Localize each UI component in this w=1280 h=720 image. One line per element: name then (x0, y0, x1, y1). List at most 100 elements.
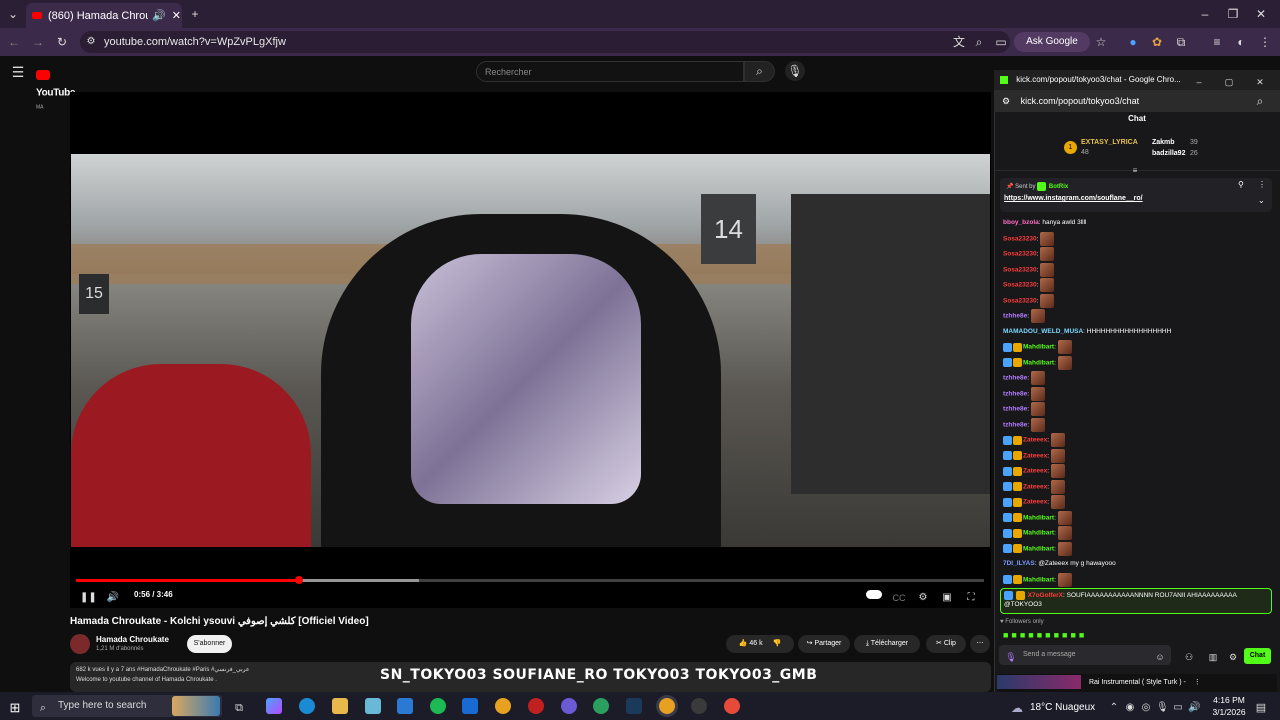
chat-emote-icon[interactable] (1030, 371, 1045, 385)
steam-icon[interactable] (626, 698, 642, 714)
tab-close-icon[interactable]: ✕ (172, 9, 181, 22)
search-icon[interactable]: ⌕ (744, 61, 775, 82)
chat-username[interactable]: Mahdibart (1023, 344, 1054, 351)
chat-username[interactable]: Zateeex (1023, 452, 1047, 459)
reload-icon[interactable]: ↻ (54, 31, 70, 53)
highlighted-message[interactable]: X7oGolferX: SOUFIAAAAAAAAAAANNNN ROU7ANI… (1000, 588, 1272, 614)
extension-2-icon[interactable]: ✿ (1150, 31, 1164, 53)
pinned-menu-icon[interactable]: ⋮ (1258, 180, 1266, 189)
windows-start-icon[interactable]: ⊞ (6, 697, 24, 719)
chat-emote-icon[interactable] (1057, 572, 1072, 587)
fullscreen-icon[interactable]: ⛶ (964, 587, 978, 609)
forward-icon[interactable]: → (30, 31, 46, 53)
chat-emote-icon[interactable] (1050, 479, 1065, 494)
translate-icon[interactable]: 文 (952, 31, 966, 53)
network-icon[interactable]: ▭ (1172, 697, 1184, 719)
task-view-icon[interactable]: ⧉ (232, 697, 246, 719)
download-button[interactable]: ⤓ Télécharger (854, 635, 920, 653)
notepad-icon[interactable] (365, 698, 381, 714)
tray-mic-icon[interactable]: 🎙 (1156, 697, 1169, 719)
video-frame[interactable]: 14 15 (71, 154, 990, 547)
tab-menu-icon[interactable]: ⌄ (4, 3, 22, 25)
chat-username[interactable]: Zateeex (1023, 499, 1047, 506)
chrome-active-icon[interactable] (659, 698, 675, 714)
chat-username[interactable]: MAMADOU_WELD_MUSA (1003, 328, 1083, 335)
gifter-1-name[interactable]: EXTASY_LYRICA (1081, 139, 1138, 146)
bookmark-star-icon[interactable]: ☆ (1094, 31, 1108, 53)
chat-emote-icon[interactable] (1040, 278, 1055, 292)
audio-icon[interactable]: 🔊 (152, 9, 166, 22)
channel-name[interactable]: Hamada Chroukate (96, 635, 169, 644)
miniplayer-menu-icon[interactable]: ⋮ (1194, 679, 1201, 686)
pinned-message[interactable]: 📌 Sent by BotRix https://www.instagram.c… (1000, 178, 1272, 212)
youtube-search-input[interactable]: Rechercher (476, 61, 744, 82)
chat-emote-icon[interactable] (1030, 309, 1045, 323)
kick-site-info-icon[interactable]: ⚙ (1002, 96, 1010, 106)
extensions-icon[interactable]: ⧉ (1174, 31, 1188, 53)
chat-emote-icon[interactable] (1040, 293, 1055, 308)
notification-icon[interactable]: ▤ (1254, 697, 1268, 719)
miniplayer-icon[interactable]: ▣ (940, 587, 954, 609)
chat-username[interactable]: tzhhe8e (1003, 313, 1027, 320)
chat-username[interactable]: Mahdibart (1023, 359, 1054, 366)
chat-emote-icon[interactable] (1057, 510, 1072, 525)
youtube-miniplayer-strip[interactable]: Rai Instrumental ( Style Turk ) - ⋮ (997, 674, 1277, 692)
chat-emote-icon[interactable] (1050, 433, 1065, 447)
quick-emotes-icon[interactable]: ■■■■■■■■■■ (1003, 630, 1087, 640)
chat-username[interactable]: Mahdibart (1023, 514, 1054, 521)
chat-emote-icon[interactable] (1040, 247, 1055, 261)
chat-emote-icon[interactable] (1030, 417, 1045, 432)
subtitles-icon[interactable]: CC (892, 587, 906, 609)
app-red-icon[interactable] (528, 698, 544, 714)
clock-date[interactable]: 3/1/2026 (1207, 707, 1251, 717)
progress-scrubber[interactable] (295, 576, 303, 584)
clock-time[interactable]: 4:16 PM (1209, 695, 1249, 705)
pinned-link[interactable]: https://www.instagram.com/souflane__ro/ (1004, 195, 1143, 202)
chat-username[interactable]: Sosa23230 (1003, 235, 1037, 242)
chat-username[interactable]: 7DI_ILYAS (1003, 560, 1035, 567)
hamburger-menu-icon[interactable]: ☰ (10, 61, 26, 83)
store-icon[interactable] (397, 698, 413, 714)
kick-zoom-icon[interactable]: ⌕ (1253, 90, 1267, 112)
chat-username[interactable]: Zateeex (1023, 468, 1047, 475)
chrome-profile-icon[interactable] (724, 698, 740, 714)
unpin-icon[interactable]: ⚲ (1238, 180, 1244, 189)
gifter-3-name[interactable]: badzilla92 (1152, 150, 1185, 157)
browser-menu-icon[interactable]: ⋮ (1258, 31, 1272, 53)
send-chat-button[interactable]: Chat (1244, 648, 1271, 664)
volume-tray-icon[interactable]: 🔊 (1188, 697, 1200, 719)
spotify-icon[interactable] (430, 698, 446, 714)
mic-chat-icon[interactable]: 🎙 (1005, 646, 1017, 668)
tray-app2-icon[interactable]: ◎ (1140, 697, 1152, 719)
chat-username[interactable]: Zateeex (1023, 483, 1047, 490)
new-tab-icon[interactable]: + (186, 3, 204, 25)
chat-message-input[interactable]: Send a message (999, 645, 1171, 665)
tray-app-icon[interactable]: ◉ (1124, 697, 1136, 719)
chat-emote-icon[interactable] (1030, 402, 1045, 416)
outlook-icon[interactable] (462, 698, 478, 714)
chat-username[interactable]: Mahdibart (1023, 576, 1054, 583)
chat-emote-icon[interactable] (1057, 355, 1072, 370)
chat-emote-icon[interactable] (1050, 495, 1065, 509)
url-field[interactable]: youtube.com/watch?v=WpZvPLgXfjw (80, 31, 1010, 53)
weather-text[interactable]: 18°C Nuageux (1030, 702, 1095, 713)
gifter-2-name[interactable]: Zakmb (1152, 139, 1175, 146)
browser-tab-youtube[interactable]: (860) Hamada Chroukate - ... 🔊 ✕ (26, 3, 182, 28)
chat-username[interactable]: bboy_bzola (1003, 219, 1039, 226)
close-window-icon[interactable]: ✕ (1252, 3, 1270, 25)
user-link-icon[interactable]: ⚇ (1180, 646, 1198, 668)
back-icon[interactable]: ← (6, 31, 22, 53)
app-green-icon[interactable] (593, 698, 609, 714)
restore-icon[interactable]: ❐ (1224, 3, 1242, 25)
emoji-picker-icon[interactable]: ☺ (1154, 646, 1166, 668)
pinned-expand-icon[interactable]: ⌄ (1258, 196, 1265, 205)
chat-username[interactable]: tzhhe8e (1003, 421, 1027, 428)
volume-icon[interactable]: 🔊 (106, 587, 120, 609)
autoplay-toggle[interactable] (866, 590, 882, 599)
app-purple-icon[interactable] (561, 698, 577, 714)
edge-icon[interactable] (299, 698, 315, 714)
chat-username[interactable]: Mahdibart (1023, 545, 1054, 552)
extension-1-icon[interactable]: ● (1126, 31, 1140, 53)
ask-google-button[interactable]: Ask Google (1014, 32, 1090, 52)
highlight-username[interactable]: X7oGolferX (1028, 592, 1063, 599)
